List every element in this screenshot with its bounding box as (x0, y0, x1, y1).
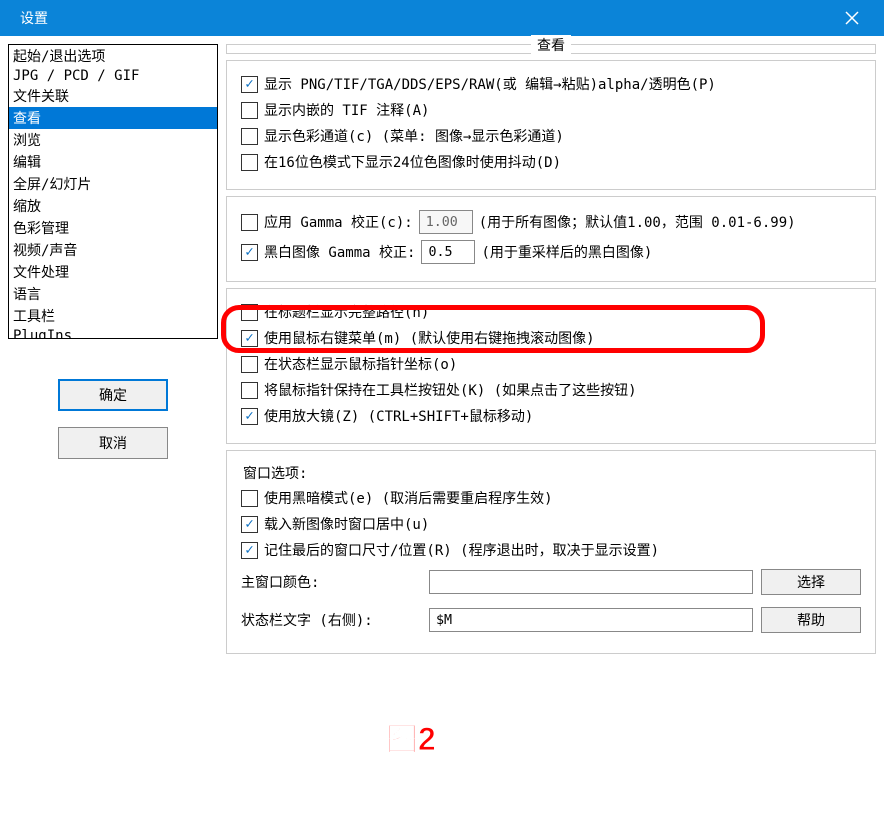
behavior-option-row: 将鼠标指针保持在工具栏按钮处(K) (如果点击了这些按钮) (241, 377, 861, 403)
window-title: 设置 (12, 8, 48, 28)
behavior-option-label: 使用鼠标右键菜单(m) (默认使用右键拖拽滚动图像) (264, 328, 595, 348)
bw-gamma-hint: (用于重采样后的黑白图像) (481, 242, 652, 262)
choose-color-button[interactable]: 选择 (761, 569, 861, 595)
behavior-option-checkbox[interactable] (241, 356, 258, 373)
window-option-label: 记住最后的窗口尺寸/位置(R) (程序退出时，取决于显示设置) (264, 540, 659, 560)
bw-gamma-label: 黑白图像 Gamma 校正: (264, 242, 415, 262)
main-color-label: 主窗口颜色: (241, 572, 421, 592)
window-option-checkbox[interactable] (241, 516, 258, 533)
sidebar-item[interactable]: 色彩管理 (9, 217, 217, 239)
behavior-option-checkbox[interactable] (241, 304, 258, 321)
sidebar-item[interactable]: 全屏/幻灯片 (9, 173, 217, 195)
window-option-label: 使用黑暗模式(e) (取消后需要重启程序生效) (264, 488, 553, 508)
behavior-option-row: 使用鼠标右键菜单(m) (默认使用右键拖拽滚动图像) (241, 325, 861, 351)
settings-panel: 查看 显示 PNG/TIF/TGA/DDS/EPS/RAW(或 编辑→粘贴)al… (226, 44, 876, 828)
sidebar-item[interactable]: 浏览 (9, 129, 217, 151)
bw-gamma-checkbox[interactable] (241, 244, 258, 261)
titlebar: 设置 (0, 0, 884, 36)
ok-button[interactable]: 确定 (58, 379, 168, 411)
status-help-button[interactable]: 帮助 (761, 607, 861, 633)
bw-gamma-value[interactable] (421, 240, 475, 264)
behavior-option-row: 使用放大镜(Z) (CTRL+SHIFT+鼠标移动) (241, 403, 861, 429)
display-options-group: 显示 PNG/TIF/TGA/DDS/EPS/RAW(或 编辑→粘贴)alpha… (226, 60, 876, 190)
category-listbox[interactable]: 起始/退出选项JPG / PCD / GIF文件关联查看浏览编辑全屏/幻灯片缩放… (8, 44, 218, 339)
display-option-label: 显示色彩通道(c) (菜单: 图像→显示色彩通道) (264, 126, 564, 146)
sidebar-item[interactable]: 编辑 (9, 151, 217, 173)
cancel-button[interactable]: 取消 (58, 427, 168, 459)
sidebar-item[interactable]: 视频/声音 (9, 239, 217, 261)
display-option-row: 显示内嵌的 TIF 注释(A) (241, 97, 861, 123)
behavior-option-label: 使用放大镜(Z) (CTRL+SHIFT+鼠标移动) (264, 406, 533, 426)
behavior-option-row: 在标题栏显示完整路径(h) (241, 299, 861, 325)
behavior-group: 在标题栏显示完整路径(h) 使用鼠标右键菜单(m) (默认使用右键拖拽滚动图像) 在… (226, 288, 876, 444)
sidebar-item[interactable]: 工具栏 (9, 305, 217, 327)
behavior-option-row: 在状态栏显示鼠标指针坐标(o) (241, 351, 861, 377)
sidebar-item[interactable]: 文件关联 (9, 85, 217, 107)
behavior-option-checkbox[interactable] (241, 382, 258, 399)
status-text-input[interactable] (429, 608, 753, 632)
display-option-row: 显示 PNG/TIF/TGA/DDS/EPS/RAW(或 编辑→粘贴)alpha… (241, 71, 861, 97)
sidebar-item[interactable]: 文件处理 (9, 261, 217, 283)
sidebar-item[interactable]: 语言 (9, 283, 217, 305)
apply-gamma-label: 应用 Gamma 校正(c): (264, 212, 413, 232)
display-option-checkbox[interactable] (241, 128, 258, 145)
panel-heading: 查看 (531, 35, 571, 55)
sidebar-item[interactable]: 起始/退出选项 (9, 45, 217, 67)
behavior-option-label: 在状态栏显示鼠标指针坐标(o) (264, 354, 457, 374)
window-option-checkbox[interactable] (241, 490, 258, 507)
sidebar-item[interactable]: PlugIns (9, 327, 217, 339)
display-option-checkbox[interactable] (241, 76, 258, 93)
behavior-option-label: 在标题栏显示完整路径(h) (264, 302, 429, 322)
sidebar-item[interactable]: JPG / PCD / GIF (9, 67, 217, 85)
window-option-checkbox[interactable] (241, 542, 258, 559)
window-option-row: 载入新图像时窗口居中(u) (241, 511, 861, 537)
apply-gamma-hint: (用于所有图像；默认值1.00，范围 0.01-6.99) (479, 212, 796, 232)
close-button[interactable] (832, 0, 872, 36)
display-option-label: 显示 PNG/TIF/TGA/DDS/EPS/RAW(或 编辑→粘贴)alpha… (264, 74, 716, 94)
figure-label: 图2 (386, 714, 436, 760)
window-options-group: 窗口选项: 使用黑暗模式(e) (取消后需要重启程序生效) 载入新图像时窗口居中(… (226, 450, 876, 654)
behavior-option-checkbox[interactable] (241, 408, 258, 425)
display-option-label: 在16位色模式下显示24位色图像时使用抖动(D) (264, 152, 561, 172)
apply-gamma-checkbox[interactable] (241, 214, 258, 231)
window-option-row: 使用黑暗模式(e) (取消后需要重启程序生效) (241, 485, 861, 511)
sidebar-item[interactable]: 查看 (9, 107, 217, 129)
window-option-label: 载入新图像时窗口居中(u) (264, 514, 429, 534)
main-color-input[interactable] (429, 570, 753, 594)
sidebar-item[interactable]: 缩放 (9, 195, 217, 217)
display-option-label: 显示内嵌的 TIF 注释(A) (264, 100, 429, 120)
display-option-row: 在16位色模式下显示24位色图像时使用抖动(D) (241, 149, 861, 175)
display-option-checkbox[interactable] (241, 102, 258, 119)
window-option-row: 记住最后的窗口尺寸/位置(R) (程序退出时，取决于显示设置) (241, 537, 861, 563)
gamma-group: 应用 Gamma 校正(c): (用于所有图像；默认值1.00，范围 0.01-… (226, 196, 876, 282)
apply-gamma-value[interactable] (419, 210, 473, 234)
status-text-label: 状态栏文字 (右侧): (241, 610, 421, 630)
display-option-row: 显示色彩通道(c) (菜单: 图像→显示色彩通道) (241, 123, 861, 149)
close-icon (845, 11, 859, 25)
display-option-checkbox[interactable] (241, 154, 258, 171)
window-options-heading: 窗口选项: (241, 461, 861, 485)
behavior-option-checkbox[interactable] (241, 330, 258, 347)
behavior-option-label: 将鼠标指针保持在工具栏按钮处(K) (如果点击了这些按钮) (264, 380, 637, 400)
